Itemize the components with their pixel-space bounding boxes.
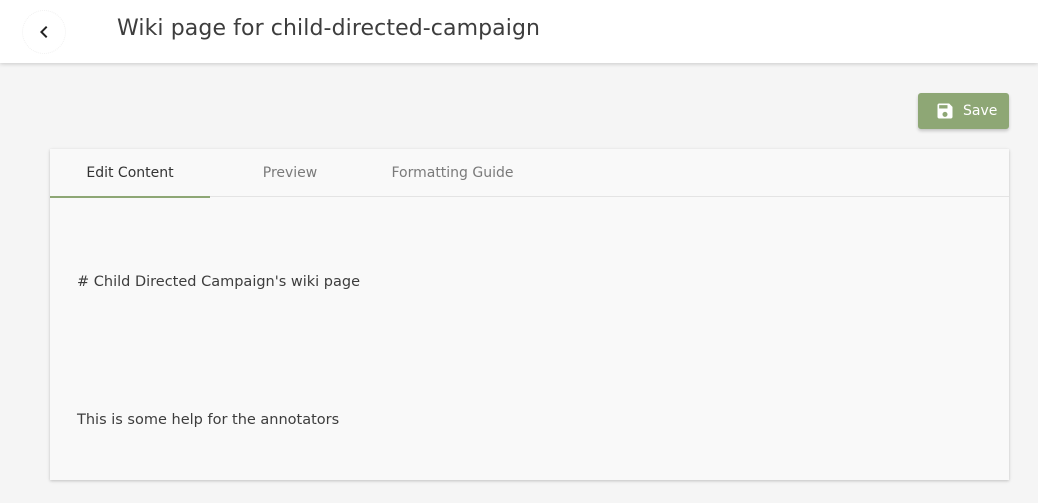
save-label: Save	[963, 103, 998, 119]
app-header: Wiki page for child-directed-campaign	[0, 0, 1038, 63]
editor-line: This is some help for the annotators	[77, 412, 340, 428]
tab-edit-content[interactable]: Edit Content	[50, 149, 210, 198]
save-button[interactable]: Save	[918, 93, 1009, 129]
tab-preview[interactable]: Preview	[210, 149, 370, 197]
tab-bar: Edit Content Preview Formatting Guide	[50, 149, 1009, 198]
editor-line: # Child Directed Campaign's wiki page	[77, 274, 361, 290]
back-button[interactable]	[22, 10, 66, 54]
floppy-disk-icon	[935, 101, 955, 121]
page-title: Wiki page for child-directed-campaign	[117, 16, 541, 41]
main-content: Save Edit Content Preview Formatting Gui…	[0, 63, 1038, 503]
chevron-left-icon	[32, 20, 56, 44]
wiki-content-editor[interactable]: # Child Directed Campaign's wiki page Th…	[77, 225, 982, 465]
wiki-editor-card: Edit Content Preview Formatting Guide # …	[50, 149, 1009, 480]
tab-formatting-guide[interactable]: Formatting Guide	[370, 149, 535, 197]
